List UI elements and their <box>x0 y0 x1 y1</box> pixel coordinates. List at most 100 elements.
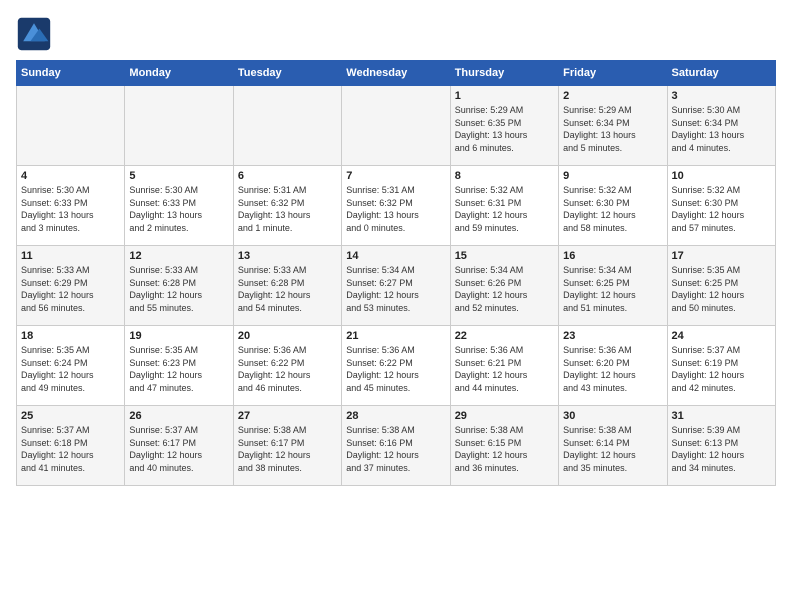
calendar-cell: 22 Sunrise: 5:36 AM Sunset: 6:21 PM Dayli… <box>450 326 558 406</box>
header-day-sunday: Sunday <box>17 61 125 86</box>
calendar-cell: 13 Sunrise: 5:33 AM Sunset: 6:28 PM Dayli… <box>233 246 341 326</box>
day-number: 14 <box>346 250 445 262</box>
calendar-cell: 14 Sunrise: 5:34 AM Sunset: 6:27 PM Dayli… <box>342 246 450 326</box>
day-number: 2 <box>563 90 662 102</box>
calendar-cell: 16 Sunrise: 5:34 AM Sunset: 6:25 PM Dayli… <box>559 246 667 326</box>
day-info: Sunrise: 5:34 AM Sunset: 6:26 PM Dayligh… <box>455 264 554 314</box>
calendar-cell: 26 Sunrise: 5:37 AM Sunset: 6:17 PM Dayli… <box>125 406 233 486</box>
day-info: Sunrise: 5:35 AM Sunset: 6:24 PM Dayligh… <box>21 344 120 394</box>
day-info: Sunrise: 5:37 AM Sunset: 6:19 PM Dayligh… <box>672 344 771 394</box>
calendar-cell: 10 Sunrise: 5:32 AM Sunset: 6:30 PM Dayli… <box>667 166 775 246</box>
calendar-cell: 11Sunrise: 5:33 AM Sunset: 6:29 PM Dayli… <box>17 246 125 326</box>
day-info: Sunrise: 5:34 AM Sunset: 6:25 PM Dayligh… <box>563 264 662 314</box>
day-number: 26 <box>129 410 228 422</box>
header-day-saturday: Saturday <box>667 61 775 86</box>
day-number: 13 <box>238 250 337 262</box>
calendar-cell: 12 Sunrise: 5:33 AM Sunset: 6:28 PM Dayli… <box>125 246 233 326</box>
calendar-cell: 3Sunrise: 5:30 AM Sunset: 6:34 PM Daylig… <box>667 86 775 166</box>
calendar: SundayMondayTuesdayWednesdayThursdayFrid… <box>16 60 776 486</box>
day-info: Sunrise: 5:36 AM Sunset: 6:20 PM Dayligh… <box>563 344 662 394</box>
day-number: 23 <box>563 330 662 342</box>
calendar-cell <box>342 86 450 166</box>
header-day-thursday: Thursday <box>450 61 558 86</box>
calendar-week-2: 4 Sunrise: 5:30 AM Sunset: 6:33 PM Daylig… <box>17 166 776 246</box>
calendar-cell: 20Sunrise: 5:36 AM Sunset: 6:22 PM Dayli… <box>233 326 341 406</box>
day-number: 5 <box>129 170 228 182</box>
calendar-week-5: 25 Sunrise: 5:37 AM Sunset: 6:18 PM Dayli… <box>17 406 776 486</box>
day-info: Sunrise: 5:38 AM Sunset: 6:15 PM Dayligh… <box>455 424 554 474</box>
calendar-cell: 2 Sunrise: 5:29 AM Sunset: 6:34 PM Daylig… <box>559 86 667 166</box>
calendar-cell: 23 Sunrise: 5:36 AM Sunset: 6:20 PM Dayli… <box>559 326 667 406</box>
calendar-cell: 4Sunrise: 5:30 AM Sunset: 6:33 PM Daylig… <box>17 166 125 246</box>
day-number: 18 <box>21 330 120 342</box>
calendar-header-row: SundayMondayTuesdayWednesdayThursdayFrid… <box>17 61 776 86</box>
calendar-cell: 31 Sunrise: 5:39 AM Sunset: 6:13 PM Dayli… <box>667 406 775 486</box>
day-number: 12 <box>129 250 228 262</box>
day-info: Sunrise: 5:35 AM Sunset: 6:25 PM Dayligh… <box>672 264 771 314</box>
day-number: 9 <box>563 170 662 182</box>
header-day-monday: Monday <box>125 61 233 86</box>
day-info: Sunrise: 5:36 AM Sunset: 6:22 PM Dayligh… <box>238 344 337 394</box>
day-number: 7 <box>346 170 445 182</box>
day-number: 25 <box>21 410 120 422</box>
day-number: 3 <box>672 90 771 102</box>
day-info: Sunrise: 5:39 AM Sunset: 6:13 PM Dayligh… <box>672 424 771 474</box>
calendar-week-4: 18 Sunrise: 5:35 AM Sunset: 6:24 PM Dayli… <box>17 326 776 406</box>
day-number: 21 <box>346 330 445 342</box>
calendar-cell: 7 Sunrise: 5:31 AM Sunset: 6:32 PM Daylig… <box>342 166 450 246</box>
day-info: Sunrise: 5:33 AM Sunset: 6:28 PM Dayligh… <box>238 264 337 314</box>
day-info: Sunrise: 5:32 AM Sunset: 6:30 PM Dayligh… <box>672 184 771 234</box>
calendar-cell: 18 Sunrise: 5:35 AM Sunset: 6:24 PM Dayli… <box>17 326 125 406</box>
day-info: Sunrise: 5:32 AM Sunset: 6:31 PM Dayligh… <box>455 184 554 234</box>
day-number: 10 <box>672 170 771 182</box>
header-day-tuesday: Tuesday <box>233 61 341 86</box>
day-info: Sunrise: 5:37 AM Sunset: 6:17 PM Dayligh… <box>129 424 228 474</box>
day-number: 31 <box>672 410 771 422</box>
day-info: Sunrise: 5:38 AM Sunset: 6:16 PM Dayligh… <box>346 424 445 474</box>
day-number: 30 <box>563 410 662 422</box>
day-info: Sunrise: 5:29 AM Sunset: 6:35 PM Dayligh… <box>455 104 554 154</box>
day-number: 16 <box>563 250 662 262</box>
day-info: Sunrise: 5:36 AM Sunset: 6:22 PM Dayligh… <box>346 344 445 394</box>
calendar-cell: 5 Sunrise: 5:30 AM Sunset: 6:33 PM Daylig… <box>125 166 233 246</box>
logo-icon <box>16 16 52 52</box>
calendar-cell <box>17 86 125 166</box>
calendar-cell: 29 Sunrise: 5:38 AM Sunset: 6:15 PM Dayli… <box>450 406 558 486</box>
calendar-cell: 19 Sunrise: 5:35 AM Sunset: 6:23 PM Dayli… <box>125 326 233 406</box>
calendar-cell: 27 Sunrise: 5:38 AM Sunset: 6:17 PM Dayli… <box>233 406 341 486</box>
day-number: 4 <box>21 170 120 182</box>
calendar-cell: 28Sunrise: 5:38 AM Sunset: 6:16 PM Dayli… <box>342 406 450 486</box>
day-info: Sunrise: 5:29 AM Sunset: 6:34 PM Dayligh… <box>563 104 662 154</box>
calendar-cell: 30Sunrise: 5:38 AM Sunset: 6:14 PM Dayli… <box>559 406 667 486</box>
calendar-cell: 24 Sunrise: 5:37 AM Sunset: 6:19 PM Dayli… <box>667 326 775 406</box>
day-info: Sunrise: 5:38 AM Sunset: 6:17 PM Dayligh… <box>238 424 337 474</box>
day-number: 6 <box>238 170 337 182</box>
day-number: 24 <box>672 330 771 342</box>
day-info: Sunrise: 5:35 AM Sunset: 6:23 PM Dayligh… <box>129 344 228 394</box>
day-number: 19 <box>129 330 228 342</box>
day-number: 27 <box>238 410 337 422</box>
calendar-cell: 15 Sunrise: 5:34 AM Sunset: 6:26 PM Dayli… <box>450 246 558 326</box>
calendar-cell: 8 Sunrise: 5:32 AM Sunset: 6:31 PM Daylig… <box>450 166 558 246</box>
day-info: Sunrise: 5:33 AM Sunset: 6:28 PM Dayligh… <box>129 264 228 314</box>
day-number: 17 <box>672 250 771 262</box>
calendar-cell <box>233 86 341 166</box>
day-info: Sunrise: 5:37 AM Sunset: 6:18 PM Dayligh… <box>21 424 120 474</box>
day-number: 22 <box>455 330 554 342</box>
calendar-cell: 25 Sunrise: 5:37 AM Sunset: 6:18 PM Dayli… <box>17 406 125 486</box>
calendar-cell: 21 Sunrise: 5:36 AM Sunset: 6:22 PM Dayli… <box>342 326 450 406</box>
page-header <box>16 16 776 52</box>
day-info: Sunrise: 5:32 AM Sunset: 6:30 PM Dayligh… <box>563 184 662 234</box>
day-number: 29 <box>455 410 554 422</box>
calendar-cell: 17 Sunrise: 5:35 AM Sunset: 6:25 PM Dayli… <box>667 246 775 326</box>
day-info: Sunrise: 5:36 AM Sunset: 6:21 PM Dayligh… <box>455 344 554 394</box>
day-number: 15 <box>455 250 554 262</box>
day-info: Sunrise: 5:33 AM Sunset: 6:29 PM Dayligh… <box>21 264 120 314</box>
day-number: 1 <box>455 90 554 102</box>
day-info: Sunrise: 5:30 AM Sunset: 6:33 PM Dayligh… <box>129 184 228 234</box>
calendar-cell: 9 Sunrise: 5:32 AM Sunset: 6:30 PM Daylig… <box>559 166 667 246</box>
day-number: 8 <box>455 170 554 182</box>
day-info: Sunrise: 5:31 AM Sunset: 6:32 PM Dayligh… <box>346 184 445 234</box>
calendar-cell: 6Sunrise: 5:31 AM Sunset: 6:32 PM Daylig… <box>233 166 341 246</box>
day-info: Sunrise: 5:34 AM Sunset: 6:27 PM Dayligh… <box>346 264 445 314</box>
